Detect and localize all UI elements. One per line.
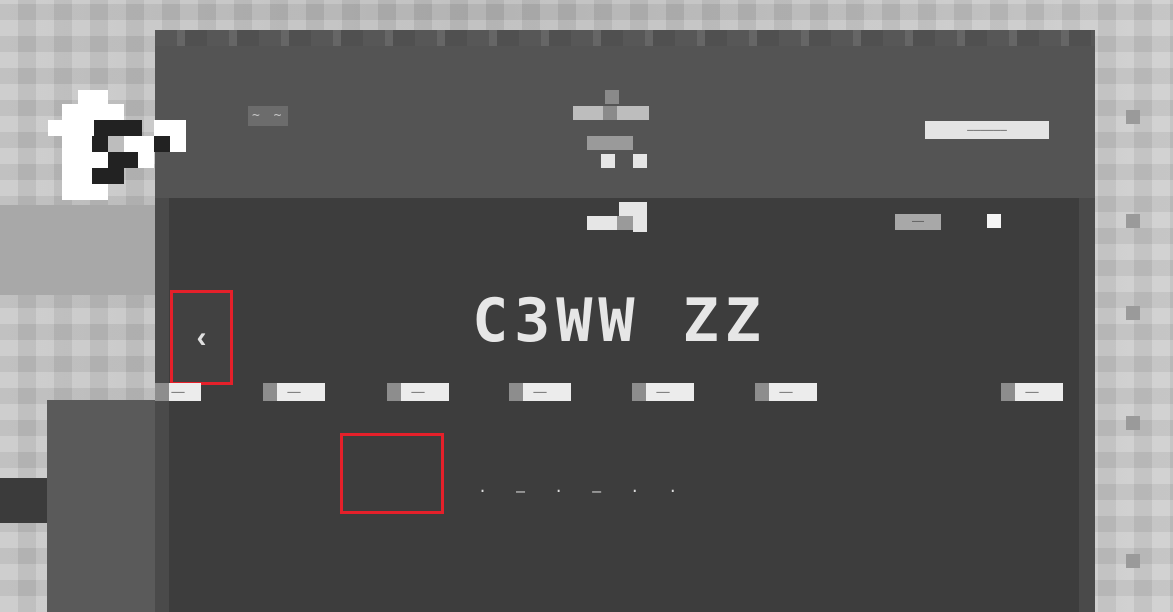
header-right-text: ——————	[925, 121, 1049, 139]
nav-item[interactable]: ——	[155, 383, 201, 401]
back-button[interactable]: ‹	[170, 290, 233, 385]
content-right-label: ——	[895, 214, 941, 230]
cow-mascot-icon	[48, 90, 186, 200]
nav-item[interactable]: ——	[755, 383, 817, 401]
subtitle-text: · — · — · ·	[478, 482, 688, 500]
status-dot	[987, 214, 1001, 228]
side-panel	[47, 400, 157, 612]
right-edge-markers	[1126, 110, 1142, 590]
small-glyph-icon	[587, 202, 647, 232]
page-title: C3WW ZZ	[472, 286, 767, 356]
content-panel: —— C3WW ZZ	[169, 198, 1079, 612]
nav-row: —— —— —— —— —— —— ——	[155, 383, 1073, 401]
nav-item[interactable]: ——	[263, 383, 325, 401]
menu-glyph-icon	[573, 90, 649, 168]
app-window: ~ ~ —————— —— C3WW ZZ	[155, 30, 1095, 612]
nav-item[interactable]: ——	[1001, 383, 1063, 401]
desktop-dark-block	[0, 478, 48, 523]
header-left-text: ~ ~	[248, 106, 289, 126]
window-title-strip	[155, 30, 1095, 46]
nav-item[interactable]: ——	[509, 383, 571, 401]
nav-item[interactable]: ——	[387, 383, 449, 401]
desktop-block	[0, 205, 155, 295]
action-button[interactable]	[340, 433, 444, 514]
nav-item[interactable]: ——	[632, 383, 694, 401]
window-header: ~ ~ ——————	[155, 46, 1095, 198]
